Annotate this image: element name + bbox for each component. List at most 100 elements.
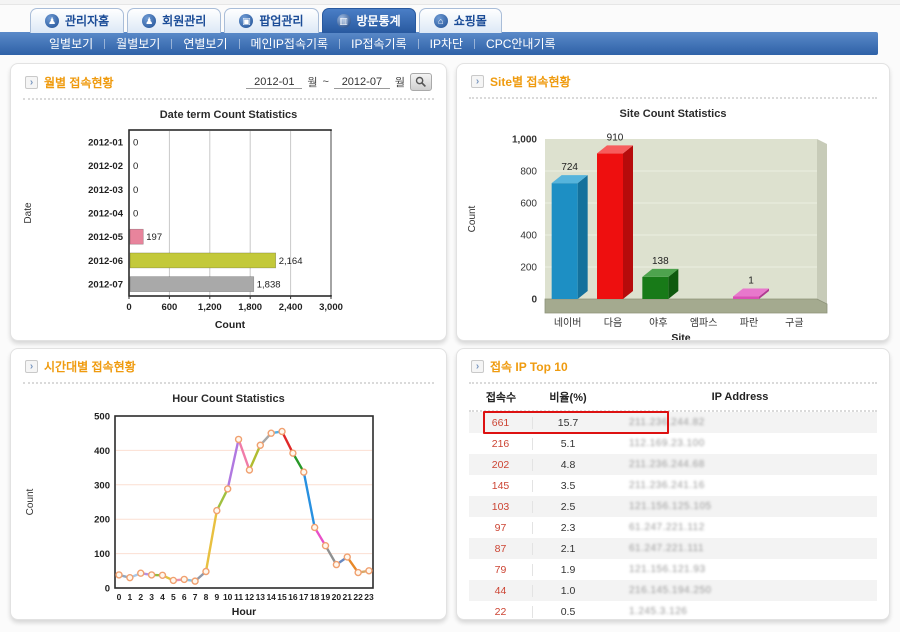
svg-text:0: 0 (133, 161, 138, 172)
svg-text:0: 0 (531, 295, 537, 306)
ip-cell: 211.236.244.82 (603, 417, 877, 428)
ratio-cell: 15.7 (533, 417, 603, 429)
date-range-controls: 월 ~ 월 (246, 73, 432, 91)
tab-label: 관리자홈 (65, 12, 109, 29)
svg-text:2012-04: 2012-04 (88, 209, 124, 220)
range-tilde: ~ (322, 76, 328, 88)
date-from-input[interactable] (246, 76, 302, 89)
shopping-mall-icon: ⌂ (434, 14, 448, 28)
month-unit-from: 월 (307, 74, 317, 90)
bullet-icon: › (471, 360, 484, 373)
svg-text:600: 600 (161, 302, 177, 313)
svg-text:2012-01: 2012-01 (88, 137, 124, 148)
ip-cell: 121.156.121.93 (603, 564, 877, 575)
svg-text:0: 0 (126, 302, 131, 313)
panel-monthly-access: › 월별 접속현황 월 ~ 월 Date term Count Statisti… (10, 63, 447, 341)
ratio-cell: 4.8 (533, 459, 603, 471)
svg-text:0: 0 (116, 592, 121, 602)
svg-text:2: 2 (138, 592, 143, 602)
svg-text:724: 724 (561, 162, 578, 173)
svg-text:파란: 파란 (740, 317, 758, 329)
svg-text:100: 100 (94, 549, 110, 560)
ip-row-7: 872.161.247.221.111 (469, 538, 877, 559)
hour-count-line-chart: 0100200300400500012345678910111213141516… (17, 408, 441, 620)
visit-statistics-icon: ▥ (337, 14, 351, 28)
svg-text:0: 0 (104, 584, 109, 595)
count-cell: 79 (469, 564, 533, 576)
nav-item-7[interactable]: CPC안내기록 (475, 35, 567, 52)
panel-title: 시간대별 접속현황 (44, 358, 136, 375)
tab-1[interactable]: ♟ 관리자홈 (30, 8, 124, 33)
admin-home-icon: ♟ (45, 14, 59, 28)
svg-text:2,164: 2,164 (278, 256, 302, 267)
top-strip (0, 0, 900, 5)
nav-item-3[interactable]: 연별보기 (172, 35, 238, 52)
svg-text:400: 400 (520, 231, 537, 242)
nav-item-2[interactable]: 월별보기 (105, 35, 171, 52)
ratio-cell: 1.9 (533, 564, 603, 576)
tab-2[interactable]: ♟회원관리 (127, 8, 221, 33)
count-cell: 22 (469, 606, 533, 618)
ratio-cell: 5.1 (533, 438, 603, 450)
svg-text:16: 16 (288, 592, 298, 602)
svg-text:1,200: 1,200 (197, 302, 221, 313)
svg-text:15: 15 (277, 592, 287, 602)
ip-cell: 121.156.125.105 (603, 501, 877, 512)
site-count-bar-chart: 02004006008001,000724네이버910다음138야후엠파스1파란… (461, 123, 885, 341)
svg-text:17: 17 (299, 592, 309, 602)
svg-text:18: 18 (309, 592, 319, 602)
tab-4[interactable]: ▥ 방문통계 (322, 8, 416, 33)
svg-text:14: 14 (266, 592, 276, 602)
header-count: 접속수 (469, 389, 533, 405)
svg-text:6: 6 (181, 592, 186, 602)
panel-header: › Site별 접속현황 (457, 64, 889, 97)
ip-cell: 211.236.244.68 (603, 459, 877, 470)
svg-text:1: 1 (127, 592, 132, 602)
svg-text:9: 9 (214, 592, 219, 602)
ratio-cell: 2.3 (533, 522, 603, 534)
svg-text:5: 5 (170, 592, 175, 602)
tab-label: 방문통계 (357, 12, 401, 29)
nav-item-1[interactable]: 일별보기 (38, 35, 104, 52)
svg-text:22: 22 (353, 592, 363, 602)
svg-text:Site: Site (671, 332, 690, 341)
svg-text:10: 10 (222, 592, 232, 602)
svg-text:300: 300 (94, 480, 110, 491)
svg-text:19: 19 (320, 592, 330, 602)
ip-cell: 216.145.194.250 (603, 585, 877, 596)
nav-item-5[interactable]: IP접속기록 (340, 35, 418, 52)
panel-header: › 시간대별 접속현황 (11, 349, 446, 382)
panel-title: 월별 접속현황 (44, 74, 114, 91)
ip-row-6: 972.361.247.221.112 (469, 517, 877, 538)
svg-text:200: 200 (94, 515, 110, 526)
search-button[interactable] (410, 73, 432, 91)
svg-text:2012-03: 2012-03 (88, 185, 123, 196)
date-to-input[interactable] (334, 76, 390, 89)
ip-row-5: 1032.5121.156.125.105 (469, 496, 877, 517)
svg-text:다음: 다음 (604, 317, 622, 329)
svg-text:3: 3 (149, 592, 154, 602)
bullet-icon: › (25, 360, 38, 373)
svg-text:구글: 구글 (785, 317, 803, 329)
nav-item-4[interactable]: 메인IP접속기록 (240, 35, 340, 52)
count-cell: 216 (469, 438, 533, 450)
nav-item-6[interactable]: IP차단 (419, 35, 474, 52)
svg-text:0: 0 (133, 185, 138, 196)
month-unit-to: 월 (395, 74, 405, 90)
tab-label: 쇼핑몰 (454, 12, 487, 29)
svg-text:0: 0 (133, 137, 138, 148)
svg-text:2012-05: 2012-05 (88, 232, 124, 243)
svg-text:800: 800 (520, 167, 537, 178)
ip-row-2: 2165.1112.169.23.100 (469, 433, 877, 454)
svg-text:11: 11 (234, 592, 243, 602)
count-cell: 103 (469, 501, 533, 513)
tab-3[interactable]: ▣팝업관리 (224, 8, 318, 33)
ip-cell: 112.169.23.100 (603, 438, 877, 449)
ip-cell: 211.236.241.16 (603, 480, 877, 491)
svg-text:600: 600 (520, 199, 537, 210)
svg-text:1,838: 1,838 (256, 280, 280, 291)
svg-text:910: 910 (607, 132, 624, 143)
svg-text:엠파스: 엠파스 (690, 317, 718, 329)
svg-text:500: 500 (94, 412, 110, 423)
tab-5[interactable]: ⌂ 쇼핑몰 (419, 8, 502, 33)
